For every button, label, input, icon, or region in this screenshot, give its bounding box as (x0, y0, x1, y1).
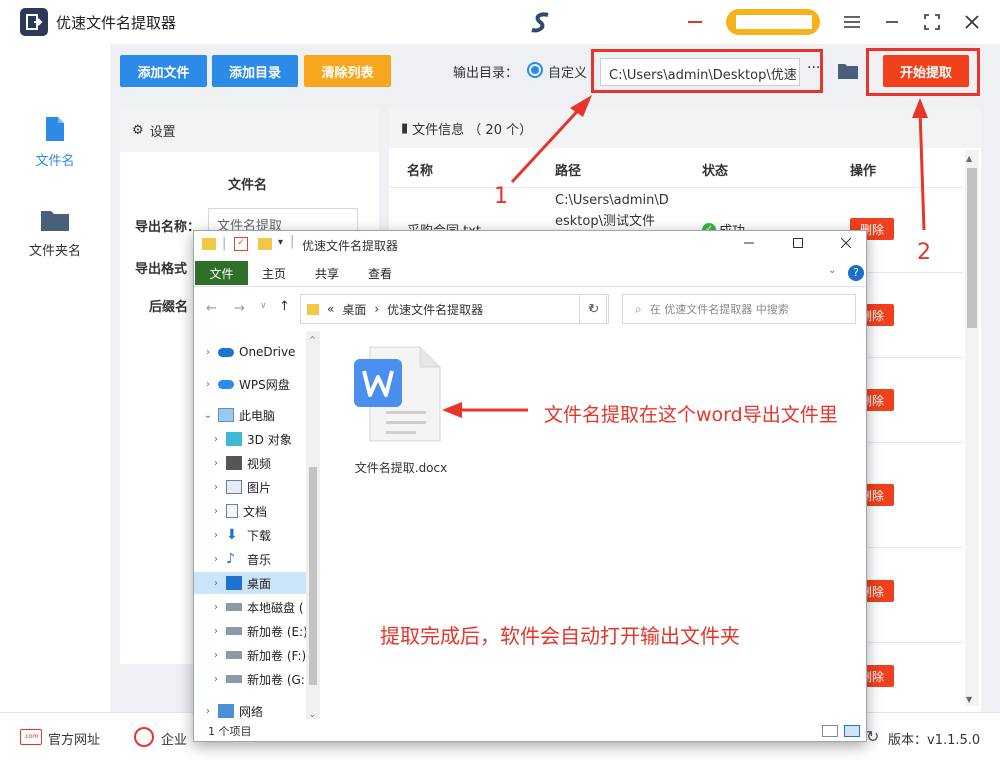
annotation-number-1: 1 (494, 184, 508, 209)
annotation-done-note: 提取完成后，软件会自动打开输出文件夹 (380, 624, 740, 648)
annotation-word-note: 文件名提取在这个word导出文件里 (544, 404, 838, 426)
annotation-number-2: 2 (917, 240, 931, 265)
